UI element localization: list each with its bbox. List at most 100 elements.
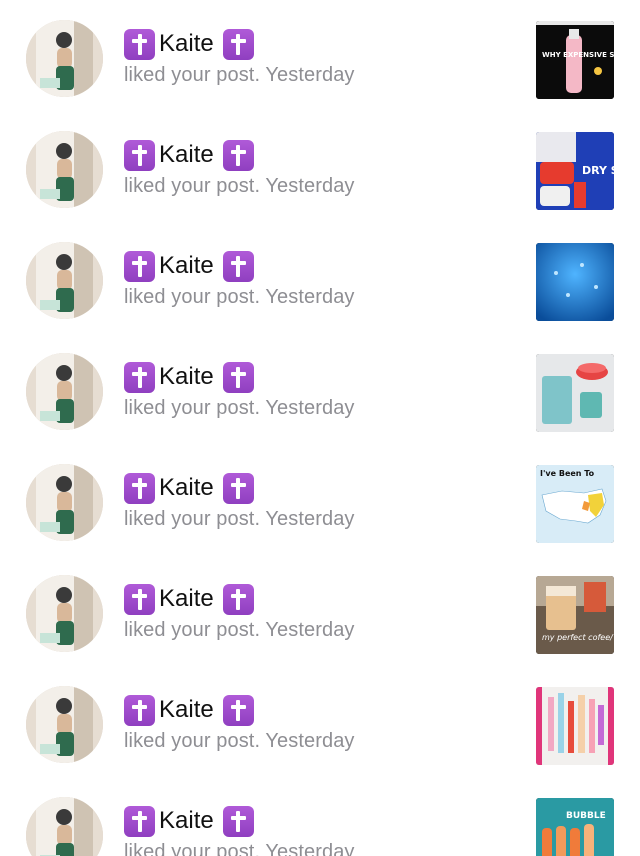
user-avatar[interactable]: [26, 464, 103, 541]
avatar-image: [26, 797, 103, 856]
notification-row[interactable]: Kaite liked your post. Yesterday: [0, 333, 640, 444]
latin-cross-emoji-icon: [124, 361, 155, 393]
notification-row[interactable]: Kaite liked your post. Yesterday my perf…: [0, 555, 640, 666]
latin-cross-emoji-icon: [124, 583, 155, 615]
notification-title[interactable]: Kaite: [124, 582, 254, 616]
action-text: liked your post.: [124, 619, 261, 641]
thumbnail-caption: WHY EXPENSIVE SO: [542, 51, 614, 59]
notification-action: liked your post. Yesterday: [124, 619, 355, 642]
username[interactable]: Kaite: [159, 474, 214, 502]
action-text: liked your post.: [124, 175, 261, 197]
latin-cross-emoji-icon: [222, 361, 254, 393]
username[interactable]: Kaite: [159, 252, 214, 280]
latin-cross-emoji-icon: [124, 250, 155, 282]
user-avatar[interactable]: [26, 575, 103, 652]
latin-cross-emoji-icon: [124, 28, 155, 60]
username[interactable]: Kaite: [159, 807, 214, 835]
avatar-image: [26, 575, 103, 652]
timestamp: Yesterday: [265, 508, 355, 530]
action-text: liked your post.: [124, 730, 261, 752]
activity-notification-list: Kaite liked your post. Yesterday WHY EXP…: [0, 0, 640, 856]
post-thumbnail[interactable]: BUBBLE: [536, 798, 614, 856]
timestamp: Yesterday: [265, 730, 355, 752]
latin-cross-emoji-icon: [222, 28, 254, 60]
action-text: liked your post.: [124, 841, 261, 856]
username[interactable]: Kaite: [159, 696, 214, 724]
post-thumbnail[interactable]: I've Been To: [536, 465, 614, 543]
thumbnail-image: [536, 243, 614, 321]
latin-cross-emoji-icon: [222, 250, 254, 282]
post-thumbnail[interactable]: [536, 687, 614, 765]
action-text: liked your post.: [124, 508, 261, 530]
notification-action: liked your post. Yesterday: [124, 730, 355, 753]
timestamp: Yesterday: [265, 841, 355, 856]
latin-cross-emoji-icon: [222, 139, 254, 171]
notification-action: liked your post. Yesterday: [124, 64, 355, 87]
avatar-image: [26, 353, 103, 430]
avatar-image: [26, 131, 103, 208]
post-thumbnail[interactable]: DRY SKIN: [536, 132, 614, 210]
timestamp: Yesterday: [265, 286, 355, 308]
notification-row[interactable]: Kaite liked your post. Yesterday WHY EXP…: [0, 0, 640, 111]
post-thumbnail[interactable]: [536, 354, 614, 432]
latin-cross-emoji-icon: [222, 805, 254, 837]
notification-action: liked your post. Yesterday: [124, 508, 355, 531]
thumbnail-image: [536, 354, 614, 432]
notification-action: liked your post. Yesterday: [124, 841, 355, 856]
avatar-image: [26, 464, 103, 541]
timestamp: Yesterday: [265, 619, 355, 641]
thumbnail-image: DRY SKIN: [536, 132, 614, 210]
action-text: liked your post.: [124, 64, 261, 86]
notification-row[interactable]: Kaite liked your post. Yesterday BUBBLE: [0, 777, 640, 856]
user-avatar[interactable]: [26, 686, 103, 763]
username[interactable]: Kaite: [159, 30, 214, 58]
avatar-image: [26, 686, 103, 763]
thumbnail-image: BUBBLE: [536, 798, 614, 856]
user-avatar[interactable]: [26, 353, 103, 430]
thumbnail-image: my perfect cofee/ morning: [536, 576, 614, 654]
notification-title[interactable]: Kaite: [124, 471, 254, 505]
latin-cross-emoji-icon: [124, 139, 155, 171]
user-avatar[interactable]: [26, 131, 103, 208]
action-text: liked your post.: [124, 397, 261, 419]
timestamp: Yesterday: [265, 64, 355, 86]
username[interactable]: Kaite: [159, 141, 214, 169]
notification-row[interactable]: Kaite liked your post. Yesterday: [0, 222, 640, 333]
notification-row[interactable]: Kaite liked your post. Yesterday: [0, 666, 640, 777]
notification-title[interactable]: Kaite: [124, 138, 254, 172]
username[interactable]: Kaite: [159, 363, 214, 391]
thumbnail-image: I've Been To: [536, 465, 614, 543]
user-avatar[interactable]: [26, 797, 103, 856]
user-avatar[interactable]: [26, 20, 103, 97]
post-thumbnail[interactable]: WHY EXPENSIVE SO: [536, 21, 614, 99]
notification-title[interactable]: Kaite: [124, 27, 254, 61]
post-thumbnail[interactable]: my perfect cofee/ morning: [536, 576, 614, 654]
latin-cross-emoji-icon: [124, 472, 155, 504]
avatar-image: [26, 20, 103, 97]
thumbnail-caption: DRY SKIN: [582, 164, 614, 177]
notification-action: liked your post. Yesterday: [124, 175, 355, 198]
thumbnail-caption: my perfect cofee/ morning: [542, 633, 614, 642]
notification-title[interactable]: Kaite: [124, 249, 254, 283]
notification-title[interactable]: Kaite: [124, 360, 254, 394]
user-avatar[interactable]: [26, 242, 103, 319]
notification-title[interactable]: Kaite: [124, 804, 254, 838]
latin-cross-emoji-icon: [222, 472, 254, 504]
notification-title[interactable]: Kaite: [124, 693, 254, 727]
username[interactable]: Kaite: [159, 585, 214, 613]
notification-row[interactable]: Kaite liked your post. Yesterday DRY SKI…: [0, 111, 640, 222]
latin-cross-emoji-icon: [222, 583, 254, 615]
latin-cross-emoji-icon: [124, 694, 155, 726]
timestamp: Yesterday: [265, 175, 355, 197]
thumbnail-caption: I've Been To: [540, 469, 595, 478]
latin-cross-emoji-icon: [222, 694, 254, 726]
notification-row[interactable]: Kaite liked your post. Yesterday I've Be…: [0, 444, 640, 555]
timestamp: Yesterday: [265, 397, 355, 419]
thumbnail-image: [536, 687, 614, 765]
action-text: liked your post.: [124, 286, 261, 308]
thumbnail-caption: BUBBLE: [566, 811, 606, 821]
thumbnail-image: WHY EXPENSIVE SO: [536, 21, 614, 99]
notification-action: liked your post. Yesterday: [124, 286, 355, 309]
latin-cross-emoji-icon: [124, 805, 155, 837]
post-thumbnail[interactable]: [536, 243, 614, 321]
